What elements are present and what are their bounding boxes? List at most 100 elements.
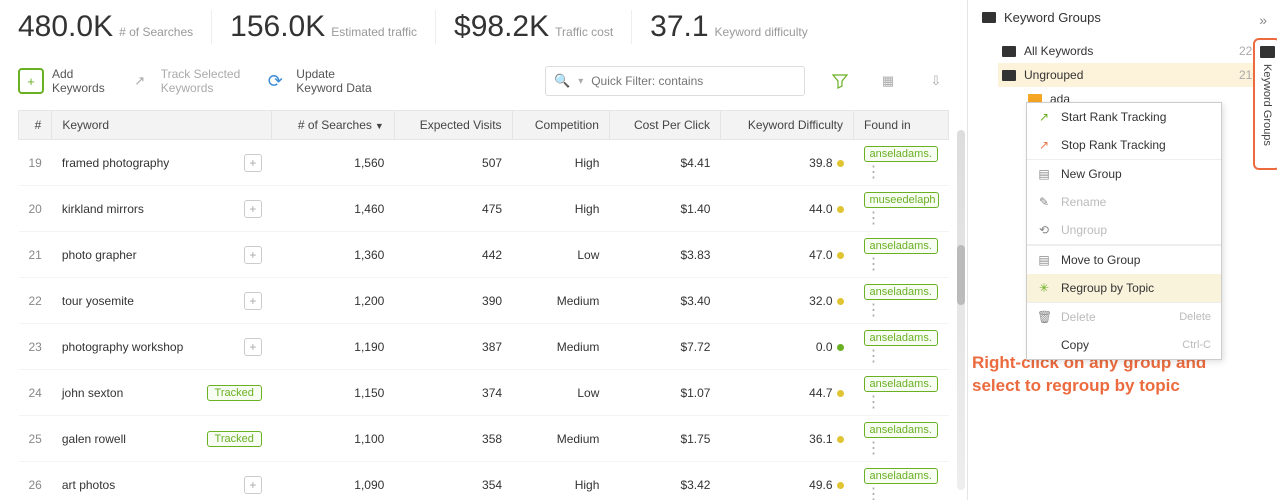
- context-menu-item[interactable]: ↗Start Rank Tracking: [1027, 103, 1221, 131]
- toolbar-label: Update: [296, 67, 371, 81]
- toolbar-label: Keywords: [161, 81, 241, 95]
- add-keyword-button[interactable]: +: [244, 292, 262, 310]
- context-menu-item[interactable]: ↗Stop Rank Tracking: [1027, 131, 1221, 160]
- more-icon[interactable]: ⋮: [866, 302, 882, 319]
- more-icon[interactable]: ⋮: [866, 348, 882, 365]
- keyword-groups-tab-handle[interactable]: Keyword Groups: [1253, 38, 1277, 170]
- cell-keyword: framed photography +: [52, 140, 272, 186]
- col-kd[interactable]: Keyword Difficulty: [720, 111, 853, 140]
- context-menu-item[interactable]: ▤ Move to Group: [1027, 245, 1221, 274]
- chevron-down-icon[interactable]: ▾: [578, 76, 583, 87]
- more-icon[interactable]: ⋮: [866, 486, 882, 500]
- context-menu-item[interactable]: ✳Regroup by Topic: [1027, 274, 1221, 303]
- found-in-chip[interactable]: anseladams.: [864, 422, 938, 438]
- quick-filter-input[interactable]: [591, 74, 796, 88]
- found-in-chip[interactable]: anseladams.: [864, 238, 938, 254]
- add-keyword-button[interactable]: +: [244, 338, 262, 356]
- add-keywords-button[interactable]: + AddKeywords: [18, 67, 105, 96]
- col-num[interactable]: #: [19, 111, 52, 140]
- context-menu-icon: ⟲: [1037, 223, 1051, 237]
- context-menu-label: Move to Group: [1061, 253, 1140, 267]
- quick-filter[interactable]: 🔍 ▾: [545, 66, 805, 96]
- keyword-text: photography workshop: [62, 340, 183, 354]
- more-icon[interactable]: ⋮: [866, 164, 882, 181]
- keyword-text: art photos: [62, 478, 115, 492]
- cell-competition: Medium: [512, 278, 609, 324]
- add-keyword-button[interactable]: +: [244, 246, 262, 264]
- more-icon[interactable]: ⋮: [866, 210, 882, 227]
- found-in-chip[interactable]: anseladams.: [864, 376, 938, 392]
- add-keyword-button[interactable]: +: [244, 200, 262, 218]
- add-keyword-button[interactable]: +: [244, 476, 262, 494]
- context-menu-icon: ↗: [1037, 110, 1051, 124]
- metric-value: 37.1: [650, 10, 708, 44]
- sidebar-item-all-keywords[interactable]: All Keywords 227: [998, 39, 1263, 63]
- cell-keyword: photography workshop +: [52, 324, 272, 370]
- col-searches[interactable]: # of Searches▼: [272, 111, 394, 140]
- cell-searches: 1,560: [272, 140, 394, 186]
- col-found[interactable]: Found in: [854, 111, 949, 140]
- more-icon[interactable]: ⋮: [866, 394, 882, 411]
- plus-icon: +: [18, 68, 44, 94]
- filter-icon[interactable]: [827, 68, 853, 94]
- sidebar-item-ungrouped[interactable]: Ungrouped 210: [998, 63, 1263, 87]
- collapse-sidebar-button[interactable]: »: [1259, 12, 1267, 28]
- table-row[interactable]: 20 kirkland mirrors + 1,460 475 High $1.…: [19, 186, 949, 232]
- cell-num: 26: [19, 462, 52, 500]
- cell-found: anseladams. ⋮: [854, 232, 949, 278]
- table-row[interactable]: 23 photography workshop + 1,190 387 Medi…: [19, 324, 949, 370]
- context-menu-item: 🗑DeleteDelete: [1027, 303, 1221, 331]
- keyword-text: galen rowell: [62, 432, 126, 446]
- table-row[interactable]: 24 john sexton Tracked 1,150 374 Low $1.…: [19, 370, 949, 416]
- context-menu-item[interactable]: ▤New Group: [1027, 160, 1221, 188]
- more-icon[interactable]: ⋮: [866, 256, 882, 273]
- found-in-chip[interactable]: anseladams.: [864, 284, 938, 300]
- table-row[interactable]: 25 galen rowell Tracked 1,100 358 Medium…: [19, 416, 949, 462]
- cell-num: 20: [19, 186, 52, 232]
- context-menu-item[interactable]: CopyCtrl-C: [1027, 331, 1221, 359]
- metric-kw-difficulty: 37.1 Keyword difficulty: [650, 10, 826, 44]
- scrollbar-thumb[interactable]: [957, 245, 965, 305]
- difficulty-dot-icon: [837, 252, 844, 259]
- folder-icon: [1260, 46, 1275, 58]
- col-keyword[interactable]: Keyword: [52, 111, 272, 140]
- context-menu-shortcut: Delete: [1179, 311, 1211, 323]
- context-menu-icon: ▤: [1037, 253, 1051, 267]
- col-visits[interactable]: Expected Visits: [394, 111, 512, 140]
- context-menu-label: Copy: [1061, 338, 1089, 352]
- col-cpc[interactable]: Cost Per Click: [609, 111, 720, 140]
- grid-icon[interactable]: ▦: [875, 68, 901, 94]
- cell-cpc: $3.40: [609, 278, 720, 324]
- cell-found: anseladams. ⋮: [854, 140, 949, 186]
- cell-competition: Low: [512, 370, 609, 416]
- cell-visits: 374: [394, 370, 512, 416]
- sidebar-header: Keyword Groups: [982, 10, 1263, 25]
- track-selected-button[interactable]: ↗ Track SelectedKeywords: [127, 67, 241, 96]
- table-row[interactable]: 26 art photos + 1,090 354 High $3.42 49.…: [19, 462, 949, 500]
- context-menu: ↗Start Rank Tracking↗Stop Rank Tracking▤…: [1026, 102, 1222, 360]
- scrollbar-track[interactable]: [957, 130, 965, 490]
- table-row[interactable]: 22 tour yosemite + 1,200 390 Medium $3.4…: [19, 278, 949, 324]
- table-row[interactable]: 21 photo grapher + 1,360 442 Low $3.83 4…: [19, 232, 949, 278]
- found-in-chip[interactable]: anseladams.: [864, 330, 938, 346]
- cell-found: museedelaph ⋮: [854, 186, 949, 232]
- table-row[interactable]: 19 framed photography + 1,560 507 High $…: [19, 140, 949, 186]
- cell-cpc: $4.41: [609, 140, 720, 186]
- export-icon[interactable]: ⇩: [923, 68, 949, 94]
- more-icon[interactable]: ⋮: [866, 440, 882, 457]
- context-menu-item: ✎Rename: [1027, 188, 1221, 216]
- col-competition[interactable]: Competition: [512, 111, 609, 140]
- context-menu-icon: 🗑: [1037, 310, 1051, 324]
- add-keyword-button[interactable]: +: [244, 154, 262, 172]
- cell-visits: 507: [394, 140, 512, 186]
- found-in-chip[interactable]: anseladams.: [864, 146, 938, 162]
- difficulty-dot-icon: [837, 344, 844, 351]
- found-in-chip[interactable]: anseladams.: [864, 468, 938, 484]
- update-keyword-data-button[interactable]: ⟳ UpdateKeyword Data: [262, 67, 371, 96]
- metric-value: 156.0K: [230, 10, 325, 44]
- cell-found: anseladams. ⋮: [854, 462, 949, 500]
- found-in-chip[interactable]: museedelaph: [864, 192, 939, 208]
- cell-visits: 442: [394, 232, 512, 278]
- cell-num: 22: [19, 278, 52, 324]
- difficulty-dot-icon: [837, 298, 844, 305]
